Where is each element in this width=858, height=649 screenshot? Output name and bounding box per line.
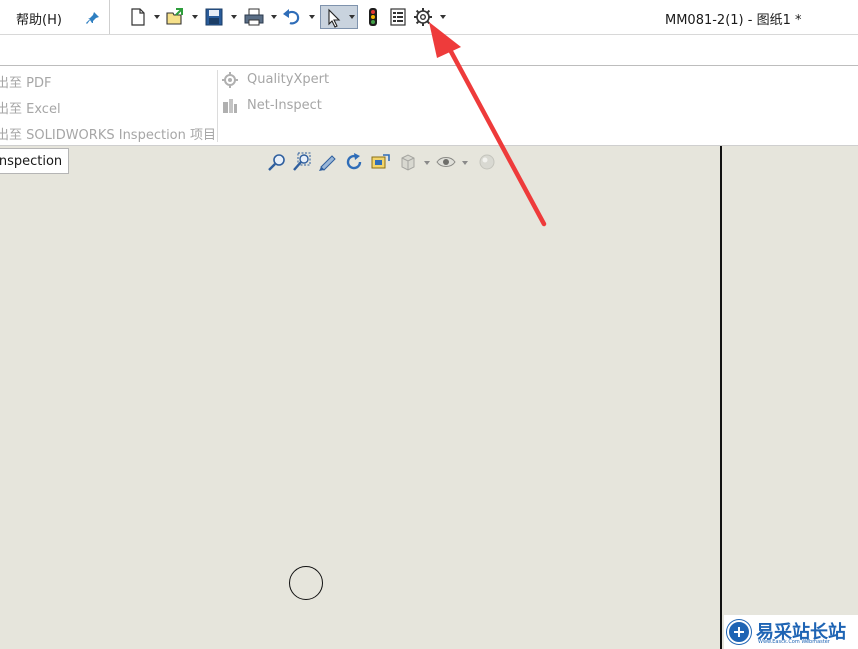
sheet-margin-area: [722, 146, 858, 649]
file-properties-icon[interactable]: [387, 6, 409, 28]
undo-dropdown-arrow-icon[interactable]: [309, 15, 315, 19]
qualityxpert-button[interactable]: QualityXpert: [247, 72, 329, 87]
watermark-logo-icon: [726, 619, 752, 645]
qualityxpert-icon: [222, 72, 238, 88]
net-inspect-icon: [222, 98, 238, 114]
export-excel-button[interactable]: 出至 Excel: [0, 98, 61, 117]
tab-inspection[interactable]: Inspection: [0, 148, 69, 174]
open-dropdown-arrow-icon[interactable]: [192, 15, 198, 19]
save-dropdown-arrow-icon[interactable]: [231, 15, 237, 19]
drawing-circle-entity[interactable]: [289, 566, 323, 600]
hide-show-items-icon[interactable]: [436, 152, 456, 172]
rebuild-icon[interactable]: [362, 6, 384, 28]
command-manager-bar: [0, 34, 858, 66]
new-dropdown-arrow-icon[interactable]: [154, 15, 160, 19]
watermark: 易采站长站 Www.Easck.Com Webmaster: [724, 615, 858, 649]
zoom-to-area-icon[interactable]: [292, 152, 312, 172]
pin-icon[interactable]: [86, 10, 100, 24]
annotation-view-icon[interactable]: [370, 152, 390, 172]
options-gear-icon[interactable]: [412, 6, 434, 28]
sheet-border-line: [720, 146, 722, 649]
document-title: MM081-2(1) - 图纸1 *: [665, 13, 802, 28]
net-inspect-button[interactable]: Net-Inspect: [247, 98, 322, 113]
title-bar: 帮助(H) MM081-2(1) - 图纸1 *: [0, 0, 858, 34]
export-pdf-button[interactable]: 出至 PDF: [0, 72, 51, 91]
undo-icon[interactable]: [281, 6, 303, 28]
tab-inspection-label: Inspection: [0, 154, 63, 169]
open-icon[interactable]: [164, 6, 186, 28]
save-icon[interactable]: [203, 6, 225, 28]
drawing-canvas[interactable]: [0, 146, 720, 649]
app-window: 帮助(H) MM081-2(1) - 图纸1 * 出至 PDF 出至 Excel…: [0, 0, 858, 649]
inspection-ribbon: 出至 PDF 出至 Excel 出至 SOLIDWORKS Inspection…: [0, 66, 858, 146]
watermark-subtext: Www.Easck.Com Webmaster: [758, 639, 830, 645]
new-document-icon[interactable]: [127, 6, 149, 28]
ribbon-separator: [217, 70, 218, 142]
options-dropdown-arrow-icon[interactable]: [440, 15, 446, 19]
appearance-sphere-icon[interactable]: [477, 152, 497, 172]
print-dropdown-arrow-icon[interactable]: [271, 15, 277, 19]
previous-view-icon[interactable]: [318, 152, 338, 172]
help-menu[interactable]: 帮助(H): [0, 0, 110, 34]
help-menu-label: 帮助(H): [16, 13, 62, 28]
hide-show-dropdown-arrow-icon[interactable]: [462, 161, 468, 165]
export-inspection-project-button[interactable]: 出至 SOLIDWORKS Inspection 项目: [0, 124, 216, 143]
rotate-view-icon[interactable]: [344, 152, 364, 172]
display-style-icon[interactable]: [398, 152, 418, 172]
print-icon[interactable]: [243, 6, 265, 28]
display-style-dropdown-arrow-icon[interactable]: [424, 161, 430, 165]
select-tool-button[interactable]: [320, 5, 358, 29]
select-dropdown-arrow-icon[interactable]: [349, 15, 355, 19]
zoom-to-fit-icon[interactable]: [267, 152, 287, 172]
